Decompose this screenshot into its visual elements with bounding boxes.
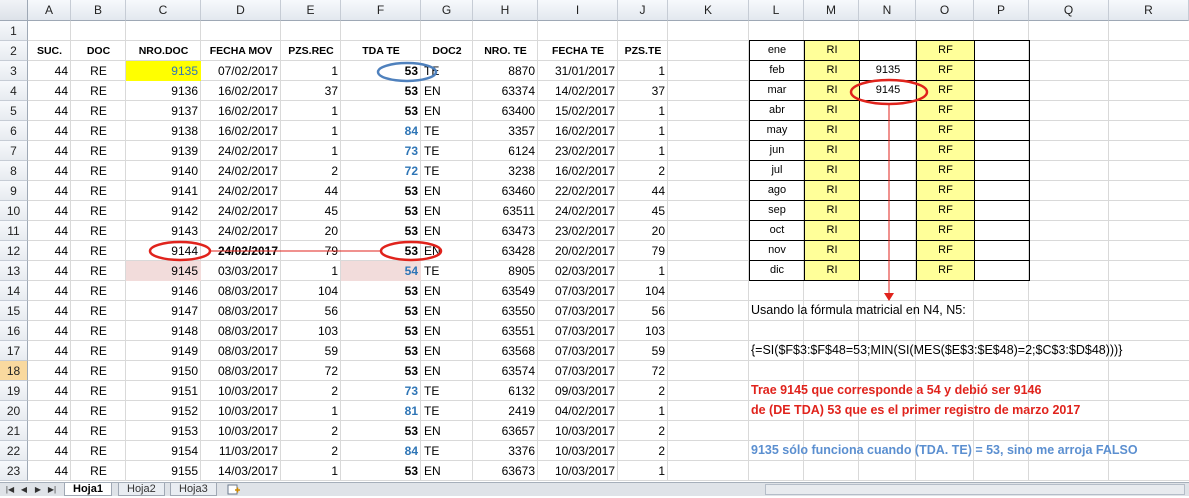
red-highlight-ellipse-n4: [849, 78, 929, 106]
tab-hoja3[interactable]: Hoja3: [170, 483, 217, 496]
first-sheet-icon[interactable]: |◀: [4, 484, 16, 495]
last-sheet-icon[interactable]: ▶|: [46, 484, 58, 495]
red-highlight-ellipse-nrodoc: [148, 240, 212, 262]
pointer-arrow-head: [884, 293, 894, 301]
prev-sheet-icon[interactable]: ◀: [18, 484, 30, 495]
spreadsheet-grid[interactable]: ABCDEFGHIJKLMNOPQR 1 2 3 4 5 6 7 8 9 10 11 12 13 14 15…: [0, 0, 1189, 482]
horizontal-scrollbar[interactable]: [765, 484, 1185, 495]
annotation-overlay: [148, 61, 929, 301]
tab-hoja2[interactable]: Hoja2: [118, 483, 165, 496]
sheet-tab-bar: |◀ ◀ ▶ ▶| Hoja1 Hoja2 Hoja3: [0, 482, 1189, 496]
next-sheet-icon[interactable]: ▶: [32, 484, 44, 495]
red-highlight-ellipse-tdate: [379, 240, 443, 262]
blue-highlight-ellipse: [376, 61, 438, 83]
tab-hoja1[interactable]: Hoja1: [64, 483, 112, 496]
insert-sheet-icon[interactable]: [226, 484, 242, 495]
